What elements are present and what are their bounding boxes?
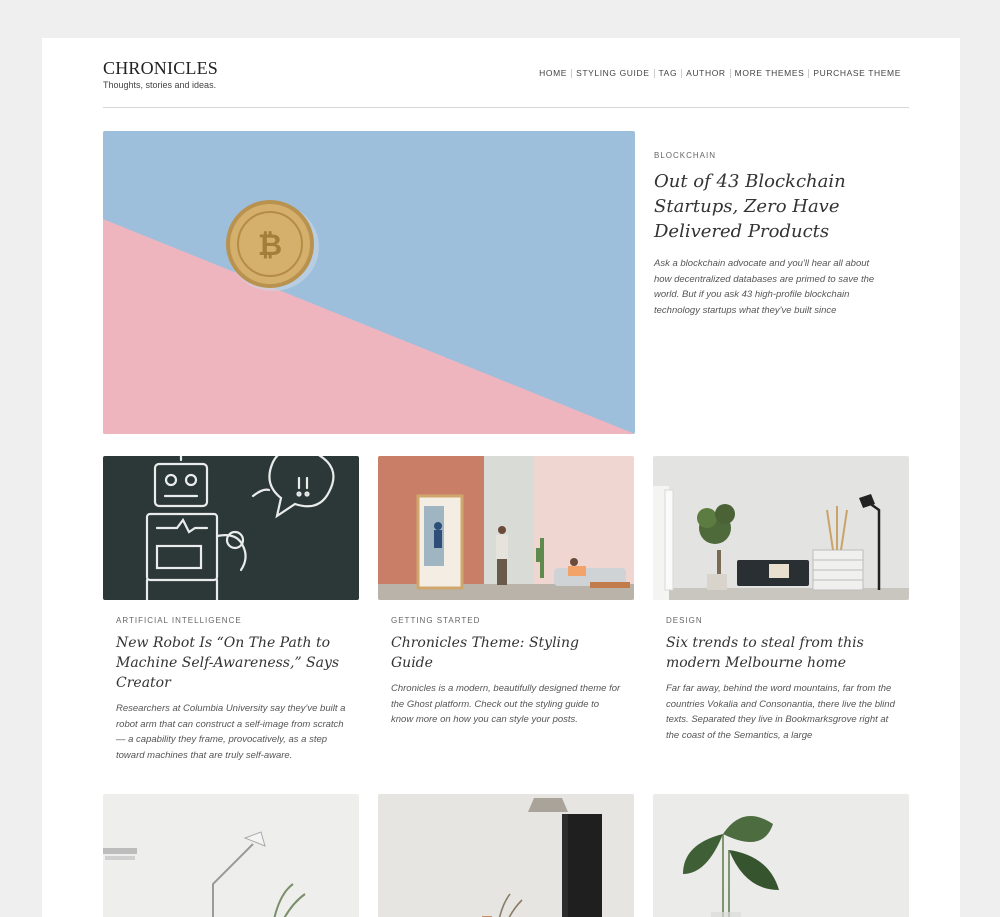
- post-card: DESIGN Six trends to steal from this mod…: [653, 456, 909, 743]
- nav-author[interactable]: AUTHOR: [682, 68, 730, 78]
- site-title[interactable]: CHRONICLES: [103, 58, 218, 79]
- post-card: ARTIFICIAL INTELLIGENCE New Robot Is “On…: [103, 456, 359, 763]
- post-card-title[interactable]: New Robot Is “On The Path to Machine Sel…: [116, 633, 346, 693]
- post-card-title[interactable]: Chronicles Theme: Styling Guide: [391, 633, 621, 673]
- post-card-excerpt: Far far away, behind the word mountains,…: [666, 683, 895, 741]
- post-card-image[interactable]: [653, 456, 909, 600]
- post-card: GETTING STARTED Chronicles Theme: Stylin…: [378, 456, 634, 728]
- nav-more-themes[interactable]: MORE THEMES: [731, 68, 809, 78]
- nav-purchase-theme[interactable]: PURCHASE THEME: [809, 68, 901, 78]
- site-tagline: Thoughts, stories and ideas.: [103, 80, 217, 90]
- post-card-category[interactable]: DESIGN: [666, 616, 896, 625]
- featured-post-excerpt: Ask a blockchain advocate and you'll hea…: [654, 258, 875, 316]
- post-card-image[interactable]: [378, 794, 634, 917]
- featured-post-image[interactable]: ₿: [103, 131, 635, 434]
- post-card-category[interactable]: GETTING STARTED: [391, 616, 621, 625]
- featured-post-category[interactable]: BLOCKCHAIN: [654, 151, 884, 160]
- living-room-image: [653, 456, 909, 600]
- nav-styling-guide[interactable]: STYLING GUIDE: [572, 68, 653, 78]
- pendant-lamp-image: [378, 794, 634, 917]
- desk-lamp-image: [103, 794, 359, 917]
- post-card-excerpt: Researchers at Columbia University say t…: [116, 703, 346, 761]
- page: CHRONICLES Thoughts, stories and ideas. …: [42, 38, 960, 917]
- robot-chalkboard-image: [103, 456, 359, 600]
- office-interior-image: [378, 456, 634, 600]
- featured-post-text: BLOCKCHAIN Out of 43 Blockchain Startups…: [654, 151, 884, 318]
- post-card-image[interactable]: [103, 794, 359, 917]
- post-card-title[interactable]: Six trends to steal from this modern Mel…: [666, 633, 896, 673]
- post-card-category[interactable]: ARTIFICIAL INTELLIGENCE: [116, 616, 346, 625]
- nav-home[interactable]: HOME: [535, 68, 571, 78]
- post-card-image[interactable]: [378, 456, 634, 600]
- featured-post-title[interactable]: Out of 43 Blockchain Startups, Zero Have…: [654, 169, 884, 244]
- main-nav: HOME STYLING GUIDE TAG AUTHOR MORE THEME…: [535, 68, 901, 78]
- svg-text:₿: ₿: [258, 228, 282, 263]
- bitcoin-coin-image: ₿: [103, 131, 635, 434]
- post-card-excerpt: Chronicles is a modern, beautifully desi…: [391, 683, 621, 725]
- plant-leaves-image: [653, 794, 909, 917]
- site-brand[interactable]: CHRONICLES Thoughts, stories and ideas.: [103, 58, 218, 90]
- nav-tag[interactable]: TAG: [655, 68, 682, 78]
- site-header: CHRONICLES Thoughts, stories and ideas. …: [103, 58, 909, 108]
- post-card-image[interactable]: [103, 456, 359, 600]
- post-card-image[interactable]: [653, 794, 909, 917]
